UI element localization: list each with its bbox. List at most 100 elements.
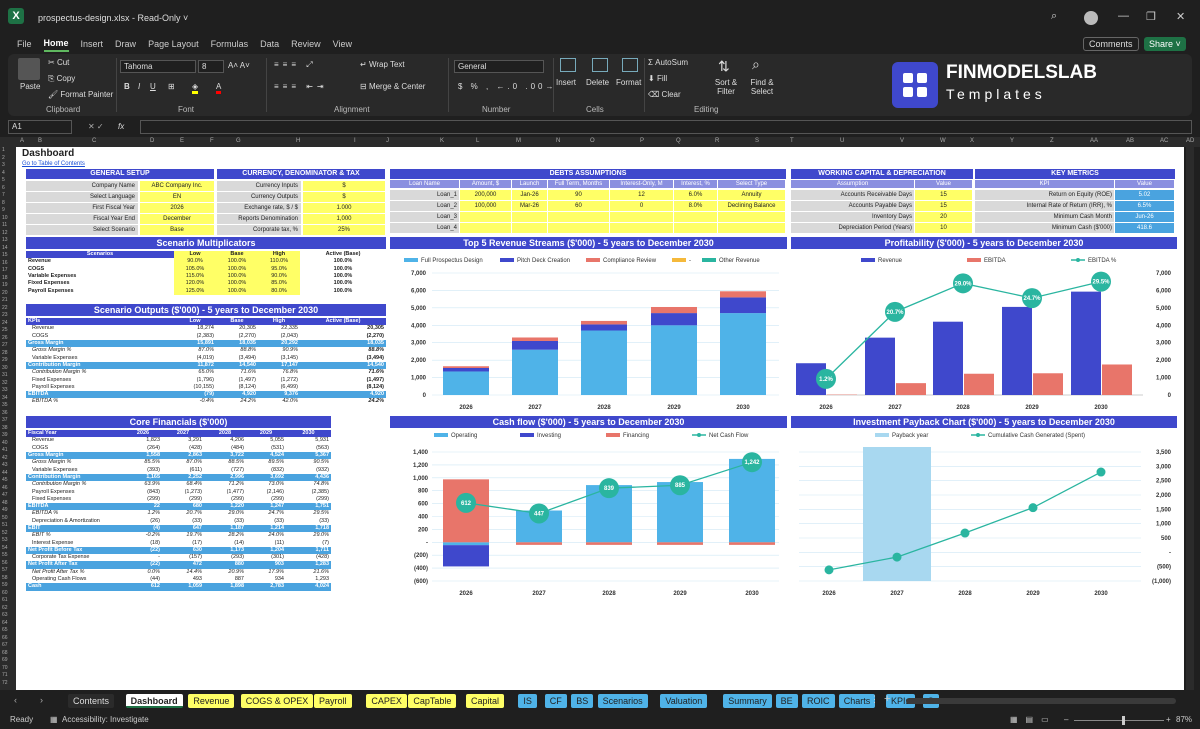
table-row[interactable]: Interest Expense (18) (17) (14) (11) (7)	[26, 539, 331, 546]
formula-input[interactable]	[140, 120, 1192, 134]
table-row[interactable]: Gross Margin % 85.5% 87.0% 88.5% 89.5% 90.5%	[26, 459, 331, 466]
column-header[interactable]: N	[556, 138, 560, 144]
column-header[interactable]: Y	[1010, 138, 1014, 144]
table-row[interactable]: Operating Cash Flows (44) 493 887 934 1,293	[26, 576, 331, 583]
input-value[interactable]	[610, 212, 673, 222]
sheet-tab[interactable]: ROIC	[802, 694, 835, 708]
table-row[interactable]: Variable Expenses (393) (611) (727) (832) (93…	[26, 466, 331, 473]
number-format-icons[interactable]: $ % , ←.0 .00→	[458, 82, 556, 91]
input-value[interactable]: 20	[915, 212, 972, 222]
row-header[interactable]: 13	[2, 237, 8, 243]
input-value[interactable]	[718, 212, 785, 222]
sheet-tab[interactable]: BE	[775, 694, 798, 708]
input-value[interactable]: 1,000	[303, 214, 385, 224]
table-cell[interactable]: 90.0%	[174, 258, 216, 266]
column-header[interactable]: I	[354, 138, 356, 144]
row-header[interactable]: 20	[2, 290, 8, 296]
input-value[interactable]	[548, 212, 609, 222]
row-header[interactable]: 43	[2, 462, 8, 468]
table-row[interactable]: EBITDA 22 680 1,220 1,247 1,751	[26, 502, 331, 511]
column-header[interactable]: AA	[1090, 138, 1098, 144]
share-button[interactable]: Share ˅	[1144, 37, 1186, 51]
row-header[interactable]: 58	[2, 575, 8, 581]
column-header[interactable]: AB	[1126, 138, 1134, 144]
table-row[interactable]: Fixed Expenses (299) (299) (299) (299) (299)	[26, 496, 331, 503]
row-header[interactable]: 6	[2, 185, 5, 191]
row-header[interactable]: 56	[2, 560, 8, 566]
row-header[interactable]: 63	[2, 612, 8, 618]
input-value[interactable]: 6.5%	[1115, 201, 1174, 211]
table-row[interactable]: Corporate Tax Expense - (157) (293) (301) (42…	[26, 554, 331, 561]
row-header[interactable]: 33	[2, 387, 8, 393]
row-header[interactable]: 44	[2, 470, 8, 476]
window-title[interactable]: prospectus-design.xlsx - Read-Only ˅	[38, 13, 188, 23]
table-cell[interactable]: 95.0%	[258, 265, 300, 273]
column-header[interactable]: D	[150, 138, 154, 144]
input-value[interactable]: Jun-26	[1115, 212, 1174, 222]
table-cell[interactable]: 100.0%	[216, 258, 258, 266]
row-header[interactable]: 28	[2, 350, 8, 356]
table-cell[interactable]: 100.0%	[216, 287, 258, 295]
table-cell[interactable]: 85.0%	[258, 280, 300, 288]
tab-review[interactable]: Review	[291, 39, 321, 51]
sheet-tab[interactable]: CF	[544, 694, 567, 708]
table-row[interactable]: Contribution Margin 1,165 2,252 2,996 3,692 4…	[26, 473, 331, 482]
input-value[interactable]: 200,000	[460, 190, 511, 200]
input-value[interactable]	[718, 223, 785, 233]
row-header[interactable]: 29	[2, 357, 8, 363]
row-header[interactable]: 17	[2, 267, 8, 273]
input-value[interactable]: 15	[915, 201, 972, 211]
copy-button[interactable]: ⎘ Copy	[48, 74, 75, 84]
row-header[interactable]: 12	[2, 230, 8, 236]
input-value[interactable]: EN	[140, 192, 214, 202]
table-row[interactable]: COGS (2,383) (2,270) (2,043) (2,270)	[26, 333, 386, 340]
avatar[interactable]	[1084, 11, 1098, 25]
row-header[interactable]: 7	[2, 192, 5, 198]
row-header[interactable]: 49	[2, 507, 8, 513]
zoom-out-icon[interactable]: –	[1064, 715, 1068, 724]
row-header[interactable]: 38	[2, 425, 8, 431]
input-value[interactable]	[460, 223, 511, 233]
table-row[interactable]: Variable Expenses (4,019) (3,494) (3,145) (3…	[26, 354, 386, 361]
row-header[interactable]: 68	[2, 650, 8, 656]
fx-icon[interactable]: fx	[118, 122, 124, 131]
paste-button[interactable]: Paste	[20, 82, 40, 91]
row-header[interactable]: 67	[2, 642, 8, 648]
table-row[interactable]: Fixed Expenses (1,796) (1,497) (1,272) (1,49…	[26, 376, 386, 383]
table-row[interactable]: Revenue 90.0% 100.0% 110.0% 100.0%	[26, 258, 386, 266]
toc-link[interactable]: Go to Table of Contents	[22, 161, 85, 167]
table-row[interactable]: COGS 105.0% 100.0% 95.0% 100.0%	[26, 265, 386, 273]
sheet-tab[interactable]: Capital	[466, 694, 505, 708]
sheet-tab[interactable]: CAPEX	[366, 694, 407, 708]
tab-formulas[interactable]: Formulas	[211, 39, 249, 51]
add-sheet-button[interactable]: +	[884, 693, 890, 705]
comments-button[interactable]: Comments	[1083, 37, 1139, 51]
row-header[interactable]: 60	[2, 590, 8, 596]
horizontal-scrollbar[interactable]	[906, 698, 1176, 704]
table-row[interactable]: Fixed Expenses 120.0% 100.0% 85.0% 100.0%	[26, 280, 386, 288]
merge-center-button[interactable]: ⊟ Merge & Center	[360, 82, 425, 91]
row-header[interactable]: 35	[2, 402, 8, 408]
column-header[interactable]: O	[590, 138, 595, 144]
tab-home[interactable]: Home	[43, 38, 69, 52]
row-header[interactable]: 57	[2, 567, 8, 573]
input-value[interactable]	[512, 223, 547, 233]
row-header[interactable]: 18	[2, 275, 8, 281]
table-cell[interactable]: 115.0%	[174, 272, 216, 281]
input-value[interactable]	[460, 212, 511, 222]
formula-cancel-icons[interactable]: ✕ ✓	[88, 122, 104, 131]
bold-icon[interactable]: B	[124, 82, 130, 91]
underline-icon[interactable]: U	[150, 82, 156, 91]
column-header[interactable]: U	[840, 138, 844, 144]
row-header[interactable]: 30	[2, 365, 8, 371]
table-row[interactable]: Revenue 1,823 3,291 4,206 5,055 5,931	[26, 437, 331, 444]
table-cell[interactable]: 110.0%	[258, 258, 300, 266]
next-sheet-icon[interactable]: ›	[40, 695, 43, 705]
table-row[interactable]: Variable Expenses 115.0% 100.0% 90.0% 100.0%	[26, 272, 386, 281]
column-header[interactable]: A	[20, 138, 24, 144]
column-header[interactable]: C	[92, 138, 96, 144]
zoom-level[interactable]: 87%	[1176, 715, 1192, 724]
delete-cells-icon[interactable]	[592, 58, 608, 72]
input-value[interactable]: 12	[610, 190, 673, 200]
column-header[interactable]: AD	[1186, 138, 1194, 144]
